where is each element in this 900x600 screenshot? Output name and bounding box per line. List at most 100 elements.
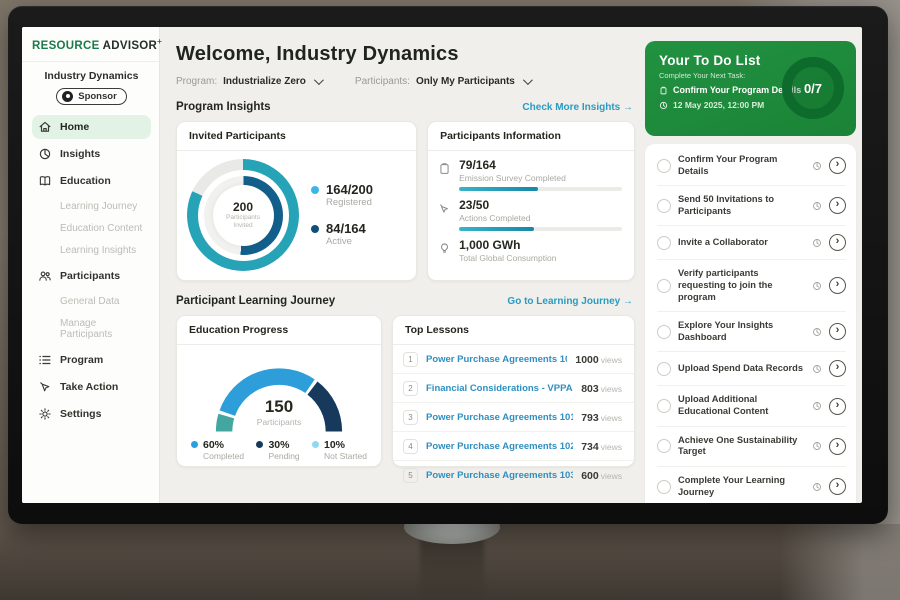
sidebar-item-label: Education [60,175,111,187]
legend-dot [256,441,263,448]
lesson-row: 3 Power Purchase Agreements 101 793views [393,403,634,432]
sidebar-item-participants[interactable]: Participants [32,264,151,288]
lesson-link[interactable]: Power Purchase Agreements 101 [426,412,573,423]
logo-secondary: ADVISOR [103,40,158,52]
participants-information-card: Participants Information 79/164 Emission… [427,121,635,281]
lesson-link[interactable]: Power Purchase Agreements 101 [426,354,567,365]
task-row[interactable]: Explore Your Insights Dashboard › [657,312,846,352]
task-row[interactable]: Achieve One Sustainability Target › [657,427,846,467]
sidebar-item-label: Participants [60,270,120,282]
legend-completed: 60% Completed [191,439,244,461]
lesson-rank: 1 [403,352,418,367]
sidebar-item-general-data[interactable]: General Data [32,291,151,312]
sidebar-item-education[interactable]: Education [32,169,151,193]
sidebar-item-label: Program [60,354,103,366]
task-label: Send 50 Invitations to Participants [678,194,805,217]
chevron-right-icon[interactable]: › [829,398,846,415]
task-checkbox[interactable] [657,199,671,213]
task-row[interactable]: Upload Spend Data Records › [657,352,846,386]
sidebar-item-home[interactable]: Home [32,115,151,139]
sidebar-item-program[interactable]: Program [32,348,151,372]
legend-dot [311,186,319,194]
sponsor-badge[interactable]: Sponsor [56,88,127,105]
chevron-right-icon[interactable]: › [829,234,846,251]
task-row[interactable]: Confirm Your Program Details › [657,146,846,186]
sidebar-item-learning-insights[interactable]: Learning Insights [32,240,151,261]
task-row[interactable]: Invite a Collaborator › [657,226,846,260]
gauge-center-label: Participants [177,417,381,427]
chevron-right-icon[interactable]: › [829,478,846,495]
sponsor-icon [62,91,73,102]
legend-registered: 164/200 Registered [311,183,373,208]
task-label: Complete Your Learning Journey [678,475,805,498]
lesson-rank: 3 [403,410,418,425]
legend-value: 84/164 [326,222,366,236]
task-row[interactable]: Verify participants requesting to join t… [657,260,846,312]
task-row[interactable]: Upload Additional Educational Content › [657,386,846,426]
task-checkbox[interactable] [657,480,671,494]
task-checkbox[interactable] [657,399,671,413]
participants-filter[interactable]: Participants: Only My Participants [355,76,530,87]
sidebar-item-insights[interactable]: Insights [32,142,151,166]
task-checkbox[interactable] [657,236,671,250]
clock-icon [812,201,822,211]
chevron-down-icon [523,75,533,85]
filter-value: Only My Participants [416,76,515,87]
task-checkbox[interactable] [657,325,671,339]
clipboard-icon [438,162,451,175]
check-more-insights-link[interactable]: Check More Insights → [522,102,633,113]
stat-label: Actions Completed [459,213,622,223]
lesson-views-unit: views [601,355,622,365]
clock-icon [812,441,822,451]
clipboard-icon [659,86,668,95]
stat-value: 79/164 [459,158,622,172]
lesson-link[interactable]: Power Purchase Agreements 103 [426,470,573,481]
invited-donut-chart: 200 Participants Invited [187,159,299,271]
task-checkbox[interactable] [657,279,671,293]
sidebar-nav: Home Insights Education Learning Journey… [32,115,151,426]
chevron-right-icon[interactable]: › [829,197,846,214]
task-label: Upload Additional Educational Content [678,394,805,417]
invited-participants-card: Invited Participants 200 Participants In… [176,121,417,281]
task-row[interactable]: Send 50 Invitations to Participants › [657,186,846,226]
go-to-learning-journey-link[interactable]: Go to Learning Journey → [507,296,633,307]
education-progress-card: Education Progress 150 Participants 60% … [176,315,382,467]
chevron-right-icon[interactable]: › [829,157,846,174]
action-hand-icon [438,202,451,215]
sidebar-item-education-content[interactable]: Education Content [32,218,151,239]
clock-icon [812,238,822,248]
chevron-down-icon [314,75,324,85]
chevron-right-icon[interactable]: › [829,360,846,377]
card-title: Education Progress [177,316,381,345]
chevron-right-icon[interactable]: › [829,323,846,340]
task-row[interactable]: Complete Your Learning Journey › [657,467,846,503]
lesson-rank: 4 [403,439,418,454]
survey-progress-bar [459,187,622,191]
lesson-views-unit: views [601,384,622,394]
lesson-link[interactable]: Financial Considerations - VPPAs [426,383,573,394]
sidebar-item-learning-journey[interactable]: Learning Journey [32,196,151,217]
task-checkbox[interactable] [657,439,671,453]
lesson-link[interactable]: Power Purchase Agreements 102 [426,441,573,452]
task-checkbox[interactable] [657,362,671,376]
legend-dot [191,441,198,448]
main-content: Welcome, Industry Dynamics Program: Indu… [160,27,645,503]
list-icon [38,353,52,367]
clock-icon [659,101,668,110]
sidebar-item-manage-participants[interactable]: Manage Participants [32,313,151,345]
lesson-views-unit: views [601,413,622,423]
program-insights-heading: Program Insights [176,101,271,113]
clock-icon [812,364,822,374]
program-filter[interactable]: Program: Industrialize Zero [176,76,321,87]
sidebar-item-settings[interactable]: Settings [32,402,151,426]
legend-not-started: 10% Not Started [312,439,367,461]
sidebar-item-take-action[interactable]: Take Action [32,375,151,399]
sidebar-item-label: Settings [60,408,101,420]
chevron-right-icon[interactable]: › [829,277,846,294]
top-lessons-card: Top Lessons 1 Power Purchase Agreements … [392,315,635,467]
invited-donut-inner-ring: 200 Participants Invited [204,176,283,255]
chevron-right-icon[interactable]: › [829,438,846,455]
gear-icon [38,407,52,421]
task-checkbox[interactable] [657,159,671,173]
task-label: Upload Spend Data Records [678,363,805,375]
